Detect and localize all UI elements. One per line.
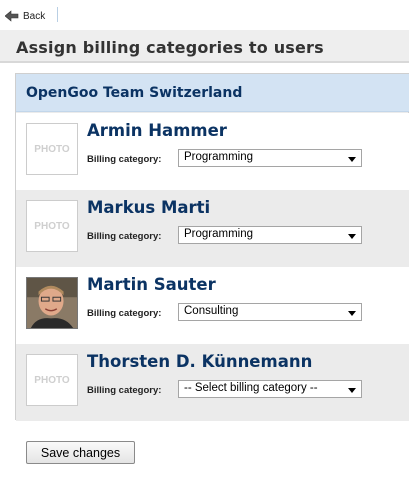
group-header: OpenGoo Team Switzerland xyxy=(16,74,409,112)
photo-placeholder: PHOTO xyxy=(26,123,78,175)
photo-placeholder: PHOTO xyxy=(26,354,78,406)
page-header: Assign billing categories to users xyxy=(0,30,409,63)
back-label: Back xyxy=(23,10,46,22)
billing-category-value: -- Select billing category -- xyxy=(184,382,318,394)
billing-category-select[interactable]: Programming xyxy=(178,149,362,167)
back-arrow-icon xyxy=(5,10,19,22)
toolbar: Back xyxy=(0,0,409,30)
user-portrait-icon xyxy=(27,278,77,328)
billing-category-select[interactable]: Programming xyxy=(178,226,362,244)
billing-category-label: Billing category: xyxy=(87,308,162,319)
user-name: Armin Hammer xyxy=(87,121,227,140)
chevron-down-icon xyxy=(348,157,356,162)
billing-category-value: Consulting xyxy=(184,305,239,317)
user-name: Thorsten D. Künnemann xyxy=(87,352,313,371)
billing-category-label: Billing category: xyxy=(87,385,162,396)
chevron-down-icon xyxy=(348,388,356,393)
chevron-down-icon xyxy=(348,234,356,239)
user-photo xyxy=(26,277,78,329)
user-name: Martin Sauter xyxy=(87,275,216,294)
users-panel: OpenGoo Team Switzerland PHOTO Armin Ham… xyxy=(15,73,409,421)
page-title: Assign billing categories to users xyxy=(16,38,324,57)
user-row: PHOTO Armin Hammer Billing category: Pro… xyxy=(16,113,409,190)
billing-category-value: Programming xyxy=(184,228,254,240)
billing-category-select[interactable]: -- Select billing category -- xyxy=(178,380,362,398)
billing-category-select[interactable]: Consulting xyxy=(178,303,362,321)
billing-category-label: Billing category: xyxy=(87,154,162,165)
billing-category-label: Billing category: xyxy=(87,231,162,242)
toolbar-separator xyxy=(57,7,58,22)
user-row: PHOTO Markus Marti Billing category: Pro… xyxy=(16,190,409,267)
photo-placeholder: PHOTO xyxy=(26,200,78,252)
back-button[interactable]: Back xyxy=(5,8,45,24)
billing-category-value: Programming xyxy=(184,151,254,163)
user-row: PHOTO Thorsten D. Künnemann Billing cate… xyxy=(16,344,409,421)
group-title: OpenGoo Team Switzerland xyxy=(26,85,243,101)
save-changes-button[interactable]: Save changes xyxy=(26,441,135,464)
user-row: Martin Sauter Billing category: Consulti… xyxy=(16,267,409,344)
chevron-down-icon xyxy=(348,311,356,316)
user-name: Markus Marti xyxy=(87,198,211,217)
